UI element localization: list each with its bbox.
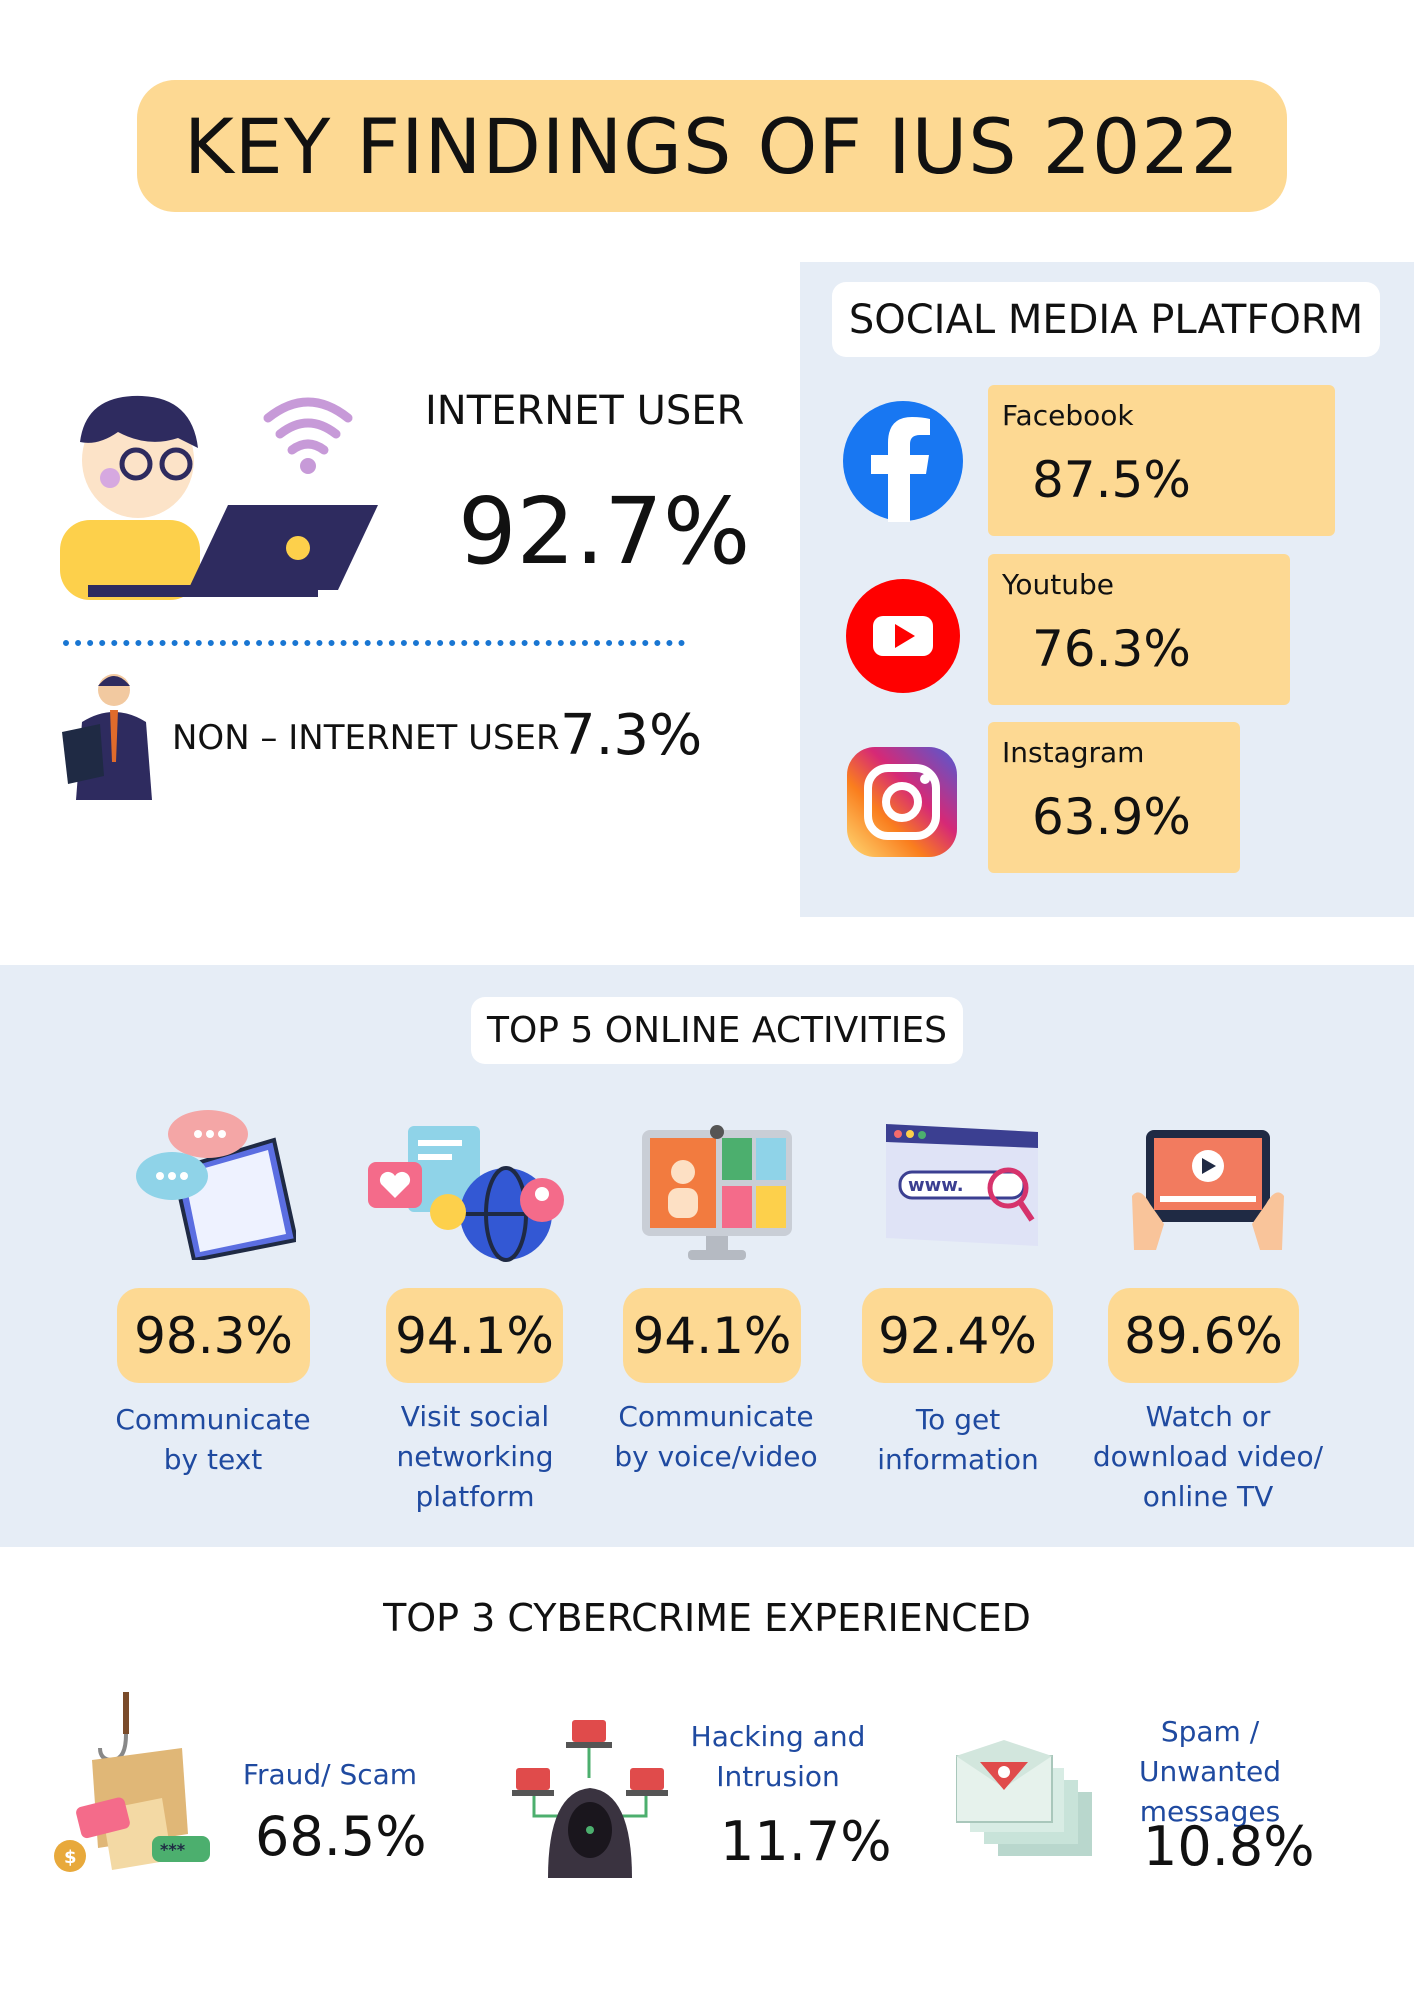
activity-value-4: 92.4%: [862, 1288, 1053, 1383]
phishing-icon: *** $: [54, 1692, 210, 1872]
instagram-icon: [847, 747, 957, 857]
spam-mail-icon: [956, 1740, 1092, 1856]
dotted-divider: [63, 640, 685, 646]
activity-label-1: Communicate by text: [115, 1403, 311, 1476]
facebook-name: Facebook: [1002, 399, 1134, 432]
cybercrime-value-2: 11.7%: [720, 1810, 892, 1873]
cybercrime-label-2: Hacking and Intrusion: [690, 1720, 866, 1793]
youtube-icon: [846, 579, 960, 693]
cybercrime-value-1: 68.5%: [255, 1805, 427, 1868]
title-banner: KEY FINDINGS OF IUS 2022: [137, 80, 1287, 212]
page-title: KEY FINDINGS OF IUS 2022: [183, 101, 1241, 191]
chat-phone-icon: [136, 1110, 296, 1260]
activity-value-3: 94.1%: [623, 1288, 801, 1383]
social-network-icon: [368, 1126, 564, 1262]
cybercrime-title: TOP 3 CYBERCRIME EXPERIENCED: [383, 1596, 1031, 1640]
cybercrime-label-3: Spam / Unwanted messages: [1138, 1715, 1282, 1828]
video-call-icon: [642, 1125, 792, 1260]
internet-user-label: INTERNET USER: [425, 388, 745, 434]
hacker-icon: [512, 1720, 668, 1878]
cybercrime-label-1: Fraud/ Scam: [242, 1758, 418, 1791]
activity-label-5: Watch or download video/ online TV: [1092, 1400, 1324, 1513]
instagram-card: Instagram 63.9%: [988, 722, 1240, 873]
facebook-value: 87.5%: [1032, 451, 1191, 509]
activity-value-5: 89.6%: [1108, 1288, 1299, 1383]
youtube-name: Youtube: [1002, 568, 1114, 601]
activity-label-2: Visit social networking platform: [396, 1400, 554, 1513]
laptop-user-icon: [60, 395, 378, 600]
tablet-video-icon: [1132, 1130, 1284, 1250]
social-media-title: SOCIAL MEDIA PLATFORM: [832, 282, 1380, 357]
facebook-icon: [843, 401, 963, 522]
instagram-value: 63.9%: [1032, 788, 1191, 846]
activities-title: TOP 5 ONLINE ACTIVITIES: [471, 997, 963, 1064]
svg-text:$: $: [64, 1847, 77, 1868]
non-internet-user-value: 7.3%: [560, 703, 703, 768]
cybercrime-value-3: 10.8%: [1143, 1815, 1315, 1878]
youtube-value: 76.3%: [1032, 620, 1191, 678]
businessman-icon: [62, 674, 152, 800]
svg-text:***: ***: [160, 1840, 186, 1859]
youtube-card: Youtube 76.3%: [988, 554, 1290, 705]
web-search-icon: www.: [886, 1124, 1038, 1246]
facebook-card: Facebook 87.5%: [988, 385, 1335, 536]
activity-label-4: To get information: [877, 1403, 1039, 1476]
non-internet-user-label: NON – INTERNET USER: [172, 718, 560, 758]
internet-user-value: 92.7%: [458, 478, 751, 585]
activity-label-3: Communicate by voice/video: [614, 1400, 818, 1473]
activity-value-2: 94.1%: [386, 1288, 563, 1383]
activity-value-1: 98.3%: [117, 1288, 310, 1383]
svg-text:www.: www.: [908, 1175, 964, 1196]
instagram-name: Instagram: [1002, 736, 1145, 769]
